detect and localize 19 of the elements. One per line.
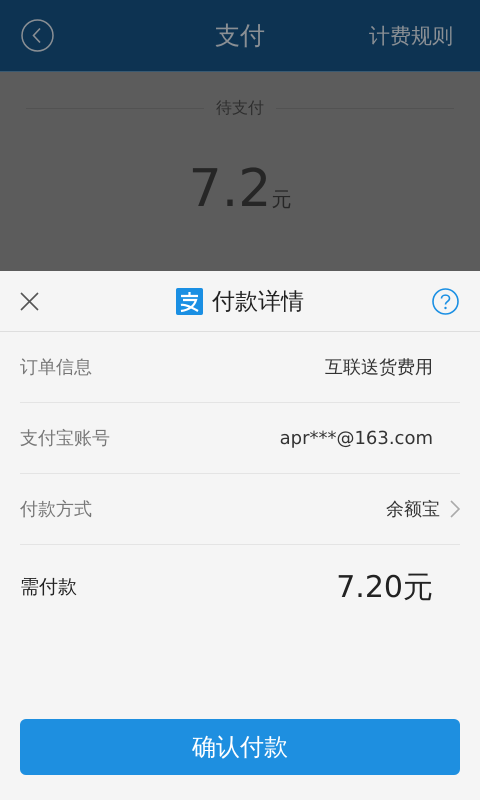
confirm-payment-button[interactable]: 确认付款	[20, 719, 460, 775]
pricing-rules-link[interactable]: 计费规则	[369, 22, 453, 50]
row-label: 支付宝账号	[20, 427, 110, 450]
row-label: 订单信息	[20, 356, 92, 379]
page-title: 支付	[215, 21, 265, 50]
help-icon	[432, 288, 459, 314]
row-label: 需付款	[20, 575, 77, 600]
help-button[interactable]	[432, 288, 459, 314]
sheet-title: 付款详情	[212, 288, 304, 316]
row-value: apr***@163.com	[280, 428, 433, 448]
total-amount: 7.20元	[336, 568, 433, 606]
payment-method-row[interactable]: 付款方式 余额宝	[20, 474, 460, 545]
chevron-icon	[450, 500, 460, 518]
close-icon	[20, 292, 39, 310]
back-icon	[21, 19, 54, 52]
back-button[interactable]	[21, 19, 54, 52]
app-logo-icon	[176, 288, 203, 314]
close-button[interactable]	[20, 292, 39, 310]
row-value: 互联送货费用	[325, 356, 433, 379]
